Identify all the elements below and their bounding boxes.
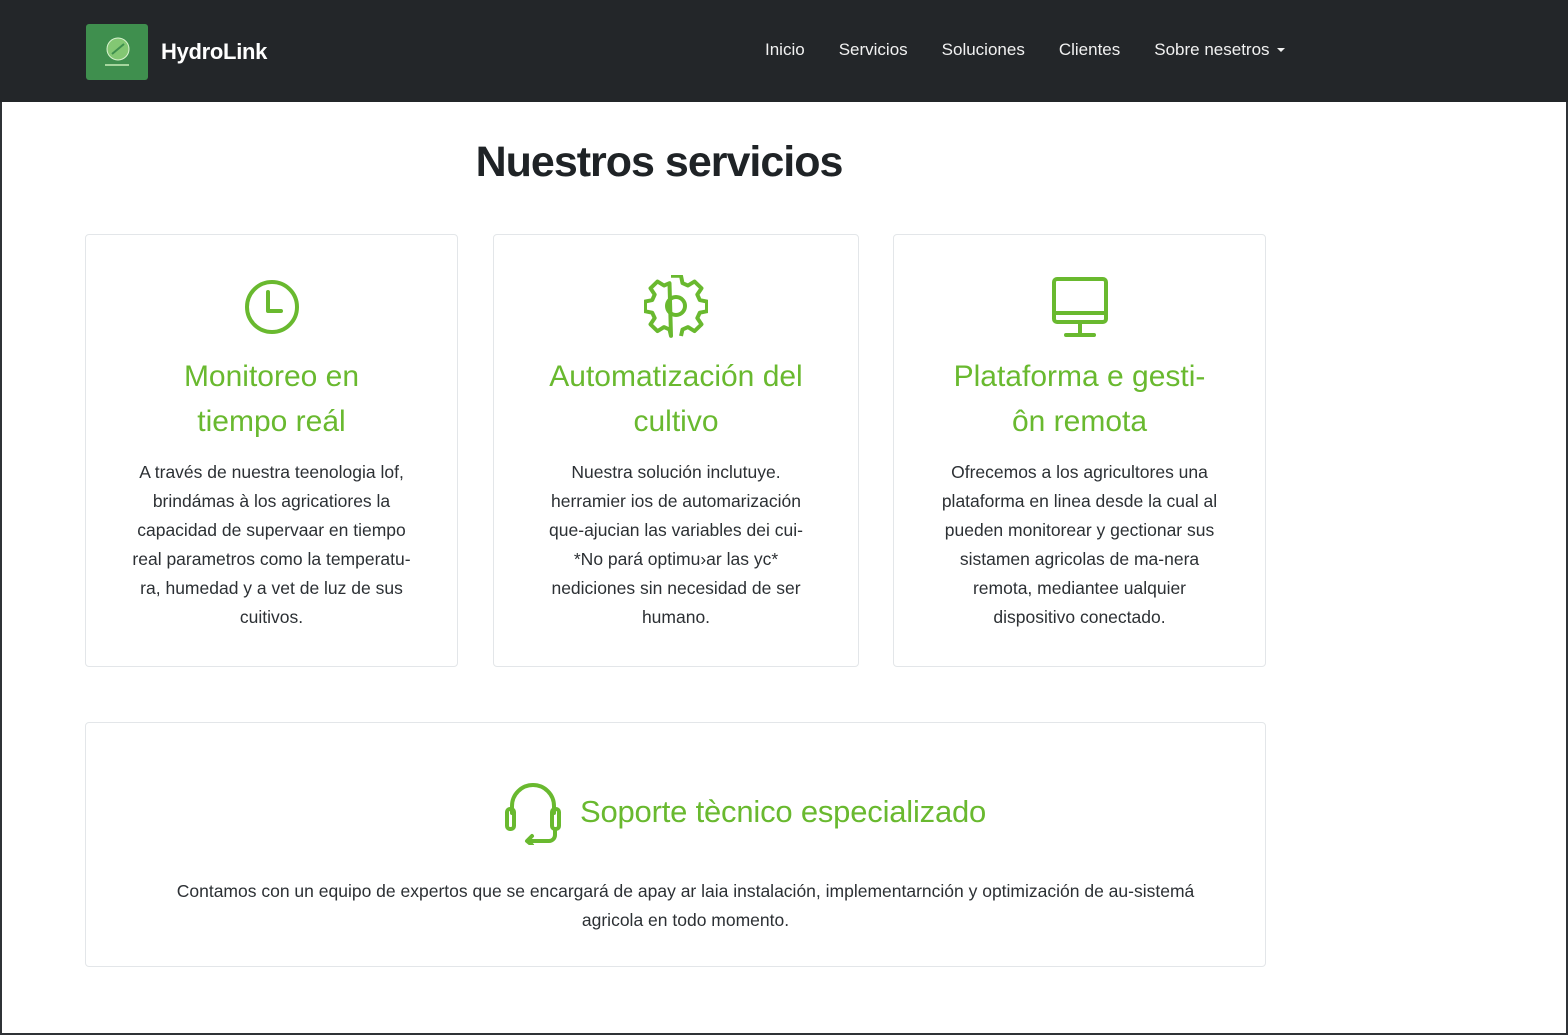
main-nav: Inicio Servicios Soluciones Clientes Sob… bbox=[765, 40, 1285, 60]
service-description: Ofrecemos a los agricultores una platafo… bbox=[941, 462, 1218, 627]
support-title: Soporte tècnico especializado bbox=[580, 794, 986, 830]
service-title-line1: Monitoreo en bbox=[183, 360, 360, 393]
service-title-line1: Automatización del bbox=[549, 360, 803, 393]
clock-icon bbox=[244, 280, 299, 334]
service-card-plataforma: Plataforma e gesti- ôn remota Ofrecemos … bbox=[893, 234, 1266, 667]
service-description: A través de nuestra teenologia lof, brin… bbox=[132, 462, 411, 627]
service-title-line2: cultivo bbox=[633, 405, 719, 438]
headset-icon bbox=[505, 783, 561, 845]
service-title-line1: Plataforma e gesti- bbox=[953, 360, 1206, 393]
service-description: Nuestra solución inclutuye. herramier io… bbox=[549, 462, 803, 627]
nav-dropdown-label: Sobre nesetros bbox=[1154, 40, 1270, 59]
nav-link-inicio[interactable]: Inicio bbox=[765, 40, 805, 60]
brand-name: HydroLink bbox=[161, 39, 268, 64]
caret-down-icon bbox=[1276, 48, 1285, 52]
support-card: Soporte tècnico especializado Contamos c… bbox=[85, 722, 1266, 967]
service-card-monitoreo: Monitoreo en tiempo reál A través de nue… bbox=[85, 234, 458, 667]
monitor-icon bbox=[1051, 277, 1108, 337]
nav-link-servicios[interactable]: Servicios bbox=[839, 40, 908, 60]
page-title: Nuestros servicios bbox=[475, 138, 844, 186]
nav-dropdown-sobre-nosotros[interactable]: Sobre nesetros bbox=[1154, 40, 1285, 60]
brand-link[interactable]: HydroLink bbox=[86, 24, 267, 80]
brand-logo-icon bbox=[86, 24, 148, 80]
support-description: Contamos con un equipo de expertos que s… bbox=[176, 881, 1195, 930]
support-title-main: Soporte tècnico bbox=[580, 794, 793, 829]
support-header: Soporte tècnico especializado bbox=[504, 779, 986, 845]
navbar: HydroLink Inicio Servicios Soluciones Cl… bbox=[0, 0, 1568, 102]
support-title-secondary: especializado bbox=[800, 794, 987, 829]
gear-icon bbox=[644, 275, 708, 338]
nav-link-soluciones[interactable]: Soluciones bbox=[942, 40, 1025, 60]
nav-link-clientes[interactable]: Clientes bbox=[1059, 40, 1120, 60]
service-card-automatizacion: Automatización del cultivo Nuestra soluc… bbox=[493, 234, 859, 667]
service-title-line2: ôn remota bbox=[1011, 405, 1148, 438]
service-title-line2: tiempo reál bbox=[197, 405, 346, 438]
